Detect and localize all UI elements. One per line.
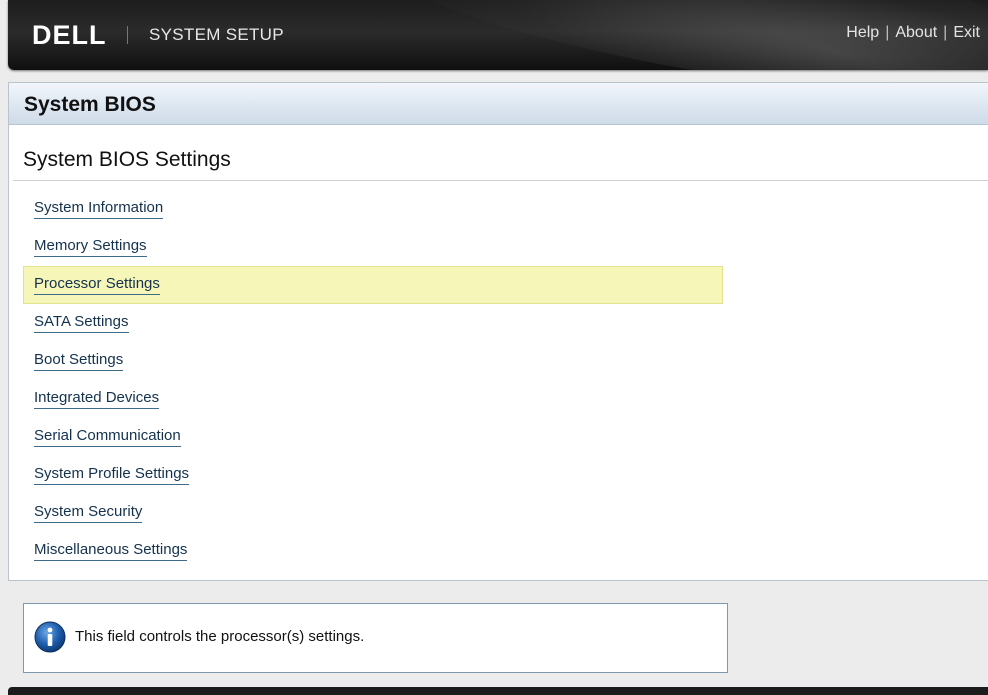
about-link[interactable]: About	[895, 24, 937, 41]
menu-item-system-information[interactable]: System Information	[23, 190, 723, 228]
menu-link[interactable]: Processor Settings	[34, 274, 160, 295]
header-divider	[127, 26, 128, 44]
menu-link[interactable]: Miscellaneous Settings	[34, 540, 188, 561]
help-box: This field controls the processor(s) set…	[23, 603, 728, 673]
help-link[interactable]: Help	[846, 24, 879, 41]
exit-link[interactable]: Exit	[953, 24, 980, 41]
menu-item-memory-settings[interactable]: Memory Settings	[23, 228, 723, 266]
menu-item-miscellaneous-settings[interactable]: Miscellaneous Settings	[23, 532, 723, 570]
menu-link[interactable]: Serial Communication	[34, 426, 181, 447]
top-header-bar: DELL SYSTEM SETUP Help | About | Exit	[8, 0, 988, 70]
menu-item-integrated-devices[interactable]: Integrated Devices	[23, 380, 723, 418]
menu-link[interactable]: System Information	[34, 198, 164, 219]
menu-item-sata-settings[interactable]: SATA Settings	[23, 304, 723, 342]
menu-link[interactable]: Boot Settings	[34, 350, 124, 371]
menu-link[interactable]: SATA Settings	[34, 312, 129, 333]
menu-item-processor-settings[interactable]: Processor Settings	[23, 266, 723, 304]
bottom-bar	[8, 687, 988, 695]
menu-item-serial-communication[interactable]: Serial Communication	[23, 418, 723, 456]
info-icon	[34, 621, 66, 653]
menu-item-boot-settings[interactable]: Boot Settings	[23, 342, 723, 380]
menu-link[interactable]: System Security	[34, 502, 143, 523]
link-separator: |	[885, 24, 890, 41]
help-text: This field controls the processor(s) set…	[75, 628, 365, 645]
menu-link[interactable]: System Profile Settings	[34, 464, 190, 485]
app-title: SYSTEM SETUP	[149, 25, 284, 44]
section-title: System BIOS Settings	[23, 148, 231, 171]
menu-item-system-security[interactable]: System Security	[23, 494, 723, 532]
section-divider	[13, 180, 988, 181]
menu-item-system-profile-settings[interactable]: System Profile Settings	[23, 456, 723, 494]
menu-link[interactable]: Integrated Devices	[34, 388, 160, 409]
top-links: Help | About | Exit	[846, 23, 980, 43]
menu-link[interactable]: Memory Settings	[34, 236, 147, 257]
dell-logo: DELL	[32, 20, 107, 50]
link-separator: |	[943, 24, 948, 41]
page-title: System BIOS	[24, 93, 156, 116]
bios-panel: System BIOS System BIOS Settings System …	[8, 82, 988, 581]
